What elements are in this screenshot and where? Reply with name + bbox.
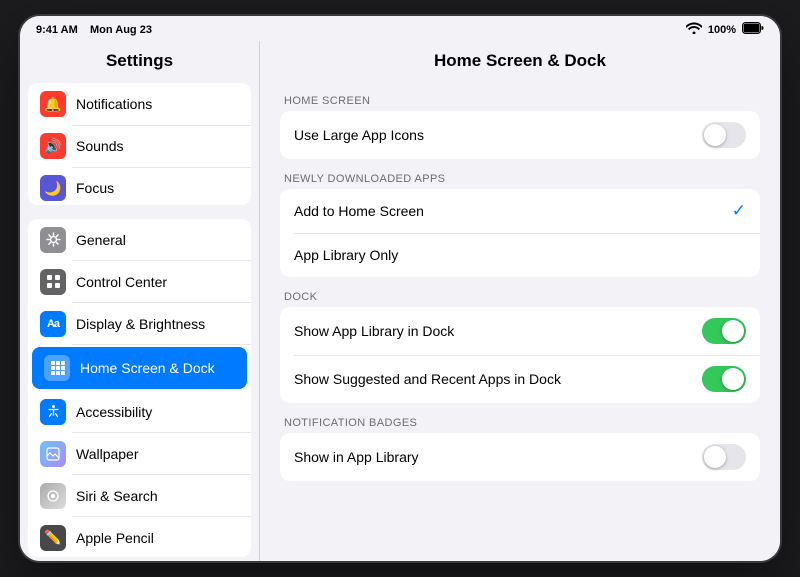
sidebar: Settings 🔔 Notifications 🔊 Sounds 🌙 Focu… [20, 41, 260, 561]
section-label-newly-downloaded: NEWLY DOWNLOADED APPS [284, 173, 756, 185]
section-label-dock: DOCK [284, 291, 756, 303]
show-app-library-dock-toggle[interactable] [702, 318, 746, 344]
section-group-notification-badges: Show in App Library [280, 433, 760, 481]
sidebar-group-2: General Control Center Aa [28, 219, 251, 557]
section-group-dock: Show App Library in Dock Show Suggested … [280, 307, 760, 403]
notifications-icon: 🔔 [40, 91, 66, 117]
siri-label: Siri & Search [76, 488, 158, 504]
sidebar-item-sounds[interactable]: 🔊 Sounds [28, 125, 251, 167]
main-content: Settings 🔔 Notifications 🔊 Sounds 🌙 Focu… [20, 41, 780, 561]
control-center-label: Control Center [76, 274, 167, 290]
row-add-to-home[interactable]: Add to Home Screen ✓ [280, 189, 760, 233]
toggle-knob-badges [704, 446, 726, 468]
toggle-knob-dock1 [722, 320, 744, 342]
display-icon: Aa [40, 311, 66, 337]
date-display: Mon Aug 23 [90, 24, 152, 36]
section-label-home-screen: HOME SCREEN [284, 95, 756, 107]
add-to-home-label: Add to Home Screen [294, 203, 424, 219]
apple-pencil-icon: ✏️ [40, 525, 66, 551]
sidebar-group-1: 🔔 Notifications 🔊 Sounds 🌙 Focus ⏱ Scree… [28, 83, 251, 205]
sidebar-item-notifications[interactable]: 🔔 Notifications [28, 83, 251, 125]
ipad-frame: 9:41 AM Mon Aug 23 100% [20, 16, 780, 561]
control-center-icon [40, 269, 66, 295]
section-label-notification-badges: NOTIFICATION BADGES [284, 417, 756, 429]
show-in-app-library-label: Show in App Library [294, 449, 419, 465]
sidebar-item-accessibility[interactable]: Accessibility [28, 391, 251, 433]
focus-icon: 🌙 [40, 175, 66, 201]
show-suggested-recent-toggle[interactable] [702, 366, 746, 392]
app-library-only-label: App Library Only [294, 247, 398, 263]
sidebar-item-display[interactable]: Aa Display & Brightness [28, 303, 251, 345]
sidebar-item-wallpaper[interactable]: Wallpaper [28, 433, 251, 475]
general-icon [40, 227, 66, 253]
accessibility-label: Accessibility [76, 404, 152, 420]
accessibility-icon [40, 399, 66, 425]
display-label: Display & Brightness [76, 316, 205, 332]
sidebar-item-apple-pencil[interactable]: ✏️ Apple Pencil [28, 517, 251, 557]
status-time: 9:41 AM Mon Aug 23 [36, 24, 152, 36]
row-show-in-app-library[interactable]: Show in App Library [280, 433, 760, 481]
show-app-library-dock-label: Show App Library in Dock [294, 323, 454, 339]
toggle-knob [704, 124, 726, 146]
row-show-suggested-recent[interactable]: Show Suggested and Recent Apps in Dock [280, 355, 760, 403]
notifications-label: Notifications [76, 96, 152, 112]
row-app-library-only[interactable]: App Library Only [280, 233, 760, 277]
sidebar-item-siri[interactable]: Siri & Search [28, 475, 251, 517]
section-group-newly-downloaded: Add to Home Screen ✓ App Library Only [280, 189, 760, 277]
home-screen-icon [44, 355, 70, 381]
sounds-icon: 🔊 [40, 133, 66, 159]
sidebar-item-focus[interactable]: 🌙 Focus [28, 167, 251, 205]
sounds-label: Sounds [76, 138, 123, 154]
sidebar-item-home-screen[interactable]: Home Screen & Dock [32, 347, 247, 389]
siri-icon [40, 483, 66, 509]
row-large-icons[interactable]: Use Large App Icons [280, 111, 760, 159]
focus-label: Focus [76, 180, 114, 196]
wifi-icon [686, 22, 702, 37]
apple-pencil-label: Apple Pencil [76, 530, 154, 546]
sidebar-item-control-center[interactable]: Control Center [28, 261, 251, 303]
large-icons-label: Use Large App Icons [294, 127, 424, 143]
wallpaper-label: Wallpaper [76, 446, 139, 462]
status-right: 100% [686, 22, 764, 37]
large-icons-toggle[interactable] [702, 122, 746, 148]
section-group-home-screen: Use Large App Icons [280, 111, 760, 159]
status-bar: 9:41 AM Mon Aug 23 100% [20, 16, 780, 41]
sidebar-title: Settings [20, 41, 259, 79]
time-display: 9:41 AM [36, 24, 78, 36]
detail-title: Home Screen & Dock [280, 41, 760, 81]
battery-icon [742, 22, 764, 37]
general-label: General [76, 232, 126, 248]
add-to-home-checkmark: ✓ [732, 201, 746, 221]
show-suggested-recent-label: Show Suggested and Recent Apps in Dock [294, 371, 561, 387]
detail-panel: Home Screen & Dock HOME SCREEN Use Large… [260, 41, 780, 561]
home-screen-label: Home Screen & Dock [80, 360, 215, 376]
sidebar-item-general[interactable]: General [28, 219, 251, 261]
show-in-app-library-toggle[interactable] [702, 444, 746, 470]
battery-percentage: 100% [708, 24, 736, 36]
toggle-knob-dock2 [722, 368, 744, 390]
row-show-app-library-dock[interactable]: Show App Library in Dock [280, 307, 760, 355]
wallpaper-icon [40, 441, 66, 467]
